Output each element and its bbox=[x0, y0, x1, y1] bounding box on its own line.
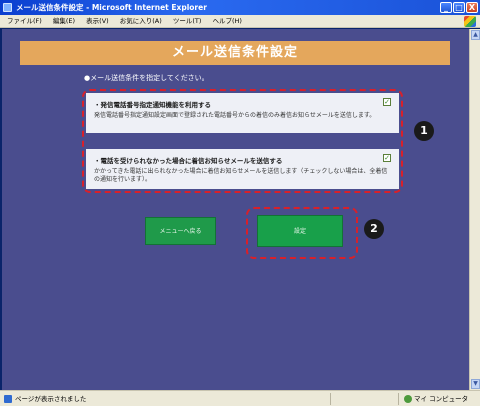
menu-edit[interactable]: 編集(E) bbox=[53, 15, 75, 28]
scroll-down-arrow-icon[interactable]: ▼ bbox=[471, 379, 480, 389]
page-title: メール送信条件設定 bbox=[20, 41, 450, 65]
status-bar: ページが表示されました マイ コンピュータ bbox=[0, 390, 480, 406]
security-zone-text: マイ コンピュータ bbox=[414, 395, 469, 403]
window-title: メール送信条件設定 - Microsoft Internet Explorer bbox=[16, 3, 207, 12]
menu-favorites[interactable]: お気に入り(A) bbox=[120, 15, 162, 28]
scroll-up-arrow-icon[interactable]: ▲ bbox=[471, 30, 480, 40]
windows-logo-icon bbox=[464, 16, 476, 27]
options-callout bbox=[82, 89, 403, 193]
menu-file[interactable]: ファイル(F) bbox=[7, 15, 42, 28]
title-bar: メール送信条件設定 - Microsoft Internet Explorer … bbox=[0, 0, 480, 15]
status-divider bbox=[398, 393, 399, 405]
page-done-icon bbox=[4, 395, 12, 403]
vertical-scrollbar[interactable]: ▲ ▼ bbox=[469, 29, 480, 390]
back-to-menu-button[interactable]: メニューへ戻る bbox=[145, 217, 216, 245]
status-text: ページが表示されました bbox=[15, 395, 87, 403]
my-computer-zone-icon bbox=[404, 395, 412, 403]
instruction-text: ●メール送信条件を指定してください。 bbox=[84, 74, 209, 82]
callout-badge-2: 2 bbox=[364, 219, 384, 239]
minimize-button[interactable]: _ bbox=[440, 2, 452, 13]
status-divider bbox=[330, 393, 331, 405]
ie-app-icon bbox=[3, 3, 12, 12]
menu-tools[interactable]: ツール(T) bbox=[173, 15, 202, 28]
page-viewport: メール送信条件設定 ●メール送信条件を指定してください。 ・発信電話番号指定通知… bbox=[2, 29, 469, 390]
menu-help[interactable]: ヘルプ(H) bbox=[213, 15, 242, 28]
ok-button-callout bbox=[246, 207, 358, 259]
browser-window: メール送信条件設定 - Microsoft Internet Explorer … bbox=[0, 0, 480, 406]
menu-view[interactable]: 表示(V) bbox=[86, 15, 109, 28]
callout-badge-1: 1 bbox=[414, 121, 434, 141]
close-button[interactable]: X bbox=[466, 2, 478, 13]
menu-bar: ファイル(F) 編集(E) 表示(V) お気に入り(A) ツール(T) ヘルプ(… bbox=[0, 15, 480, 28]
maximize-button[interactable]: □ bbox=[453, 2, 465, 13]
